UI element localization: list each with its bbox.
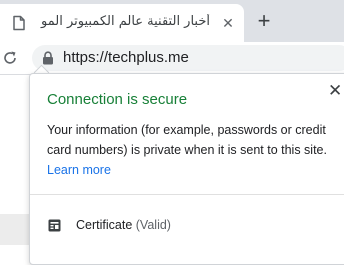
tab-title: أخبار التقنية عالم الكمبيوتر الموبايل (40, 14, 210, 29)
page-background (0, 214, 29, 245)
reload-icon[interactable] (2, 50, 18, 66)
certificate-status: (Valid) (135, 218, 171, 232)
security-popup: Connection is secure ✕ Your information … (29, 73, 344, 265)
certificate-icon (48, 219, 61, 232)
description-text: Your information (for example, passwords… (47, 123, 327, 157)
new-tab-button[interactable]: + (253, 10, 275, 32)
certificate-row[interactable]: Certificate (Valid) (30, 207, 344, 243)
lock-icon[interactable] (42, 51, 54, 65)
active-tab[interactable]: أخبار التقنية عالم الكمبيوتر الموبايل ✕ (0, 4, 244, 42)
address-bar[interactable]: https://techplus.me (32, 45, 344, 71)
certificate-label[interactable]: Certificate (Valid) (76, 218, 171, 232)
connection-secure-title: Connection is secure (47, 91, 188, 108)
toolbar: https://techplus.me (0, 42, 344, 75)
divider (30, 194, 344, 195)
certificate-label-text: Certificate (76, 218, 133, 232)
learn-more-link[interactable]: Learn more (47, 163, 111, 177)
close-icon[interactable]: ✕ (328, 82, 342, 99)
url-text[interactable]: https://techplus.me (63, 49, 189, 66)
page-icon (12, 15, 26, 31)
tab-strip: أخبار التقنية عالم الكمبيوتر الموبايل ✕ … (0, 0, 344, 42)
tab-close-icon[interactable]: ✕ (220, 15, 236, 31)
security-description: Your information (for example, passwords… (47, 120, 339, 180)
